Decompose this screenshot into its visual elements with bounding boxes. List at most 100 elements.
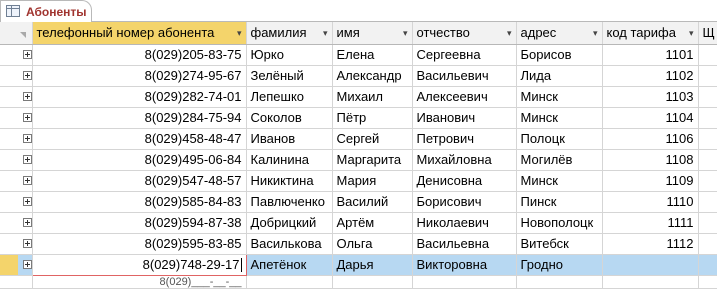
tab-abonenty[interactable]: Абоненты (0, 0, 92, 22)
table-row[interactable]: 8(029)274-95-67 Зелёный Александр Васильеви… (0, 65, 717, 87)
expand-plus-icon[interactable] (23, 50, 31, 59)
row-selector[interactable] (0, 128, 33, 150)
cell-surname[interactable]: Добрицкий (246, 212, 333, 234)
cell-surname[interactable]: Лепешко (246, 86, 333, 108)
cell-truncated[interactable] (698, 275, 717, 289)
cell-tariff-code[interactable]: 1112 (602, 233, 699, 255)
row-selector[interactable] (0, 107, 33, 129)
cell-phone[interactable]: 8(029)495-06-84 (32, 149, 247, 171)
cell-truncated[interactable] (698, 191, 717, 213)
cell-patronymic[interactable]: Алексеевич (412, 86, 517, 108)
column-header-name[interactable]: имя ▾ (332, 22, 413, 45)
cell-address[interactable]: Могилёв (516, 149, 603, 171)
cell-address[interactable]: Гродно (516, 254, 603, 276)
column-header-address[interactable]: адрес ▾ (516, 22, 603, 45)
cell-patronymic[interactable]: Михайловна (412, 149, 517, 171)
cell-name[interactable] (332, 275, 413, 289)
cell-patronymic[interactable] (412, 275, 517, 289)
cell-phone[interactable]: 8(029)585-84-83 (32, 191, 247, 213)
partial-row[interactable]: 8(029)___-__-__ (0, 275, 717, 289)
row-selector[interactable] (0, 170, 33, 192)
cell-tariff-code[interactable]: 1104 (602, 107, 699, 129)
expand-plus-icon[interactable] (23, 260, 31, 269)
sort-dropdown-icon[interactable]: ▾ (593, 28, 598, 39)
column-header-patronymic[interactable]: отчество ▾ (412, 22, 517, 45)
cell-surname[interactable]: Никиктина (246, 170, 333, 192)
expand-plus-icon[interactable] (23, 176, 31, 185)
current-row[interactable]: 8(029)748-29-17 Апетёнок Дарья Викторовн… (0, 253, 717, 276)
cell-phone[interactable]: 8(029)594-87-38 (32, 212, 247, 234)
cell-truncated[interactable] (698, 149, 717, 171)
sort-dropdown-icon[interactable]: ▾ (507, 28, 512, 39)
table-row[interactable]: 8(029)585-84-83 Павлюченко Василий Борисови… (0, 191, 717, 213)
cell-name[interactable]: Александр (332, 65, 413, 87)
cell-truncated[interactable] (698, 86, 717, 108)
cell-tariff-code[interactable]: 1109 (602, 170, 699, 192)
cell-phone[interactable]: 8(029)547-48-57 (32, 170, 247, 192)
cell-name[interactable]: Мария (332, 170, 413, 192)
cell-name[interactable]: Ольга (332, 233, 413, 255)
cell-tariff-code[interactable]: 1106 (602, 128, 699, 150)
cell-truncated[interactable] (698, 170, 717, 192)
cell-address[interactable]: Витебск (516, 233, 603, 255)
cell-surname[interactable]: Апетёнок (246, 254, 333, 276)
cell-tariff-code[interactable]: 1108 (602, 149, 699, 171)
cell-surname[interactable]: Зелёный (246, 65, 333, 87)
row-selector[interactable] (0, 149, 33, 171)
cell-phone[interactable]: 8(029)___-__-__ (32, 275, 247, 289)
cell-truncated[interactable] (698, 233, 717, 255)
cell-truncated[interactable] (698, 65, 717, 87)
cell-patronymic[interactable]: Сергеевна (412, 44, 517, 66)
cell-name[interactable]: Михаил (332, 86, 413, 108)
row-selector[interactable] (0, 44, 33, 66)
cell-address[interactable]: Борисов (516, 44, 603, 66)
cell-surname[interactable]: Василькова (246, 233, 333, 255)
cell-patronymic[interactable]: Борисович (412, 191, 517, 213)
select-all-corner[interactable] (0, 22, 33, 45)
cell-tariff-code[interactable]: 1102 (602, 65, 699, 87)
expand-plus-icon[interactable] (23, 92, 31, 101)
table-row[interactable]: 8(029)458-48-47 Иванов Сергей Петрович Полоц… (0, 128, 717, 150)
row-selector[interactable] (0, 65, 33, 87)
row-selector[interactable] (0, 191, 33, 213)
cell-tariff-code[interactable]: 1103 (602, 86, 699, 108)
cell-address[interactable]: Новополоцк (516, 212, 603, 234)
cell-surname[interactable]: Соколов (246, 107, 333, 129)
cell-address[interactable] (516, 275, 603, 289)
expand-plus-icon[interactable] (23, 197, 31, 206)
table-row[interactable]: 8(029)594-87-38 Добрицкий Артём Николаевич Н… (0, 212, 717, 234)
sort-dropdown-icon[interactable]: ▾ (403, 28, 408, 39)
cell-address[interactable]: Пинск (516, 191, 603, 213)
cell-truncated[interactable] (698, 44, 717, 66)
cell-address[interactable]: Минск (516, 107, 603, 129)
table-row[interactable]: 8(029)284-75-94 Соколов Пётр Иванович Минск 1… (0, 107, 717, 129)
expand-plus-icon[interactable] (23, 155, 31, 164)
cell-name[interactable]: Пётр (332, 107, 413, 129)
cell-patronymic[interactable]: Васильевна (412, 233, 517, 255)
cell-patronymic[interactable]: Денисовна (412, 170, 517, 192)
cell-surname[interactable]: Павлюченко (246, 191, 333, 213)
cell-patronymic[interactable]: Николаевич (412, 212, 517, 234)
table-row[interactable]: 8(029)282-74-01 Лепешко Михаил Алексеевич Ми… (0, 86, 717, 108)
cell-patronymic[interactable]: Васильевич (412, 65, 517, 87)
sort-dropdown-icon[interactable]: ▾ (237, 28, 242, 39)
column-header-surname[interactable]: фамилия ▾ (246, 22, 333, 45)
cell-patronymic[interactable]: Петрович (412, 128, 517, 150)
table-row[interactable]: 8(029)495-06-84 Калинина Маргарита Михайлов… (0, 149, 717, 171)
cell-truncated[interactable] (698, 254, 717, 276)
cell-phone[interactable]: 8(029)282-74-01 (32, 86, 247, 108)
cell-tariff-code[interactable] (602, 254, 699, 276)
cell-address[interactable]: Полоцк (516, 128, 603, 150)
row-selector[interactable] (0, 86, 33, 108)
cell-truncated[interactable] (698, 212, 717, 234)
row-selector[interactable] (0, 254, 33, 276)
cell-name[interactable]: Елена (332, 44, 413, 66)
row-selector[interactable] (0, 212, 33, 234)
expand-plus-icon[interactable] (23, 239, 31, 248)
sort-dropdown-icon[interactable]: ▾ (323, 28, 328, 39)
cell-tariff-code[interactable] (602, 275, 699, 289)
expand-plus-icon[interactable] (23, 218, 31, 227)
expand-plus-icon[interactable] (23, 71, 31, 80)
cell-name[interactable]: Василий (332, 191, 413, 213)
cell-name[interactable]: Артём (332, 212, 413, 234)
